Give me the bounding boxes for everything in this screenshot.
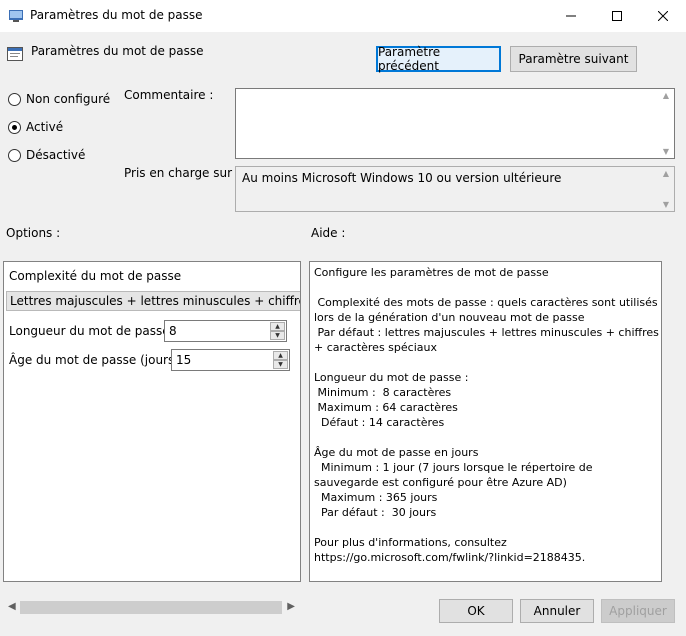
length-label: Longueur du mot de passe bbox=[9, 324, 170, 338]
spin-up-icon[interactable]: ▲ bbox=[273, 351, 288, 360]
radio-circle-checked bbox=[8, 120, 21, 134]
dialog-client: Paramètres du mot de passe Paramètre pré… bbox=[0, 32, 686, 636]
spin-down-icon[interactable]: ▼ bbox=[273, 360, 288, 369]
title-bar: Paramètres du mot de passe bbox=[0, 0, 686, 32]
ok-button[interactable]: OK bbox=[439, 599, 513, 623]
comment-scrollbar[interactable]: ▲ ▼ bbox=[658, 89, 674, 158]
setting-title: Paramètres du mot de passe bbox=[31, 44, 204, 58]
comment-label: Commentaire : bbox=[124, 88, 214, 102]
maximize-icon bbox=[612, 11, 622, 21]
options-panel: Complexité du mot de passe Lettres majus… bbox=[3, 261, 301, 582]
radio-label: Non configuré bbox=[26, 92, 111, 106]
minimize-icon bbox=[566, 15, 576, 17]
scroll-left-icon[interactable]: ◀ bbox=[8, 601, 16, 612]
minimize-button[interactable] bbox=[548, 0, 594, 32]
next-setting-button[interactable]: Paramètre suivant bbox=[510, 46, 637, 72]
radio-enabled[interactable]: Activé bbox=[8, 120, 63, 134]
setting-icon bbox=[7, 47, 23, 61]
supported-scrollbar[interactable]: ▲ ▼ bbox=[658, 167, 674, 211]
radio-not-configured[interactable]: Non configuré bbox=[8, 92, 110, 106]
supported-on-value: Au moins Microsoft Windows 10 ou version… bbox=[242, 171, 562, 185]
apply-button[interactable]: Appliquer bbox=[601, 599, 675, 623]
policy-app-icon bbox=[9, 10, 23, 22]
supported-on-field: Au moins Microsoft Windows 10 ou version… bbox=[235, 166, 675, 212]
radio-disabled[interactable]: Désactivé bbox=[8, 148, 85, 162]
options-horizontal-scrollbar[interactable]: ◀ ▶ bbox=[4, 599, 299, 616]
length-spinner[interactable]: 8 ▲ ▼ bbox=[164, 320, 287, 342]
scroll-down-icon[interactable]: ▼ bbox=[663, 200, 669, 209]
scroll-right-icon[interactable]: ▶ bbox=[287, 601, 295, 612]
scroll-thumb[interactable] bbox=[20, 601, 282, 614]
age-spinner[interactable]: 15 ▲ ▼ bbox=[171, 349, 290, 371]
help-label: Aide : bbox=[311, 226, 346, 240]
window-title: Paramètres du mot de passe bbox=[30, 8, 203, 22]
options-label: Options : bbox=[6, 226, 61, 240]
spin-down-icon[interactable]: ▼ bbox=[270, 331, 285, 340]
previous-setting-button[interactable]: Paramètre précédent bbox=[376, 45, 501, 73]
supported-on-label: Pris en charge sur : bbox=[124, 166, 240, 180]
scroll-down-icon[interactable]: ▼ bbox=[663, 147, 669, 156]
spin-up-icon[interactable]: ▲ bbox=[270, 322, 285, 331]
complexity-label: Complexité du mot de passe bbox=[9, 269, 182, 283]
comment-textarea[interactable]: ▲ ▼ bbox=[235, 88, 675, 159]
close-icon bbox=[658, 11, 668, 21]
length-value: 8 bbox=[169, 324, 177, 338]
age-value: 15 bbox=[176, 353, 192, 367]
close-button[interactable] bbox=[640, 0, 686, 32]
complexity-dropdown[interactable]: Lettres majuscules + lettres minuscules … bbox=[6, 291, 300, 311]
radio-label: Activé bbox=[26, 120, 64, 134]
help-panel: Configure les paramètres de mot de passe… bbox=[309, 261, 662, 582]
help-text: Configure les paramètres de mot de passe… bbox=[314, 266, 659, 564]
radio-circle bbox=[8, 92, 21, 106]
scroll-up-icon[interactable]: ▲ bbox=[663, 169, 669, 178]
scroll-up-icon[interactable]: ▲ bbox=[663, 91, 669, 100]
cancel-button[interactable]: Annuler bbox=[520, 599, 594, 623]
age-label: Âge du mot de passe (jours) bbox=[9, 353, 179, 367]
maximize-button[interactable] bbox=[594, 0, 640, 32]
radio-circle bbox=[8, 148, 21, 162]
radio-label: Désactivé bbox=[26, 148, 86, 162]
